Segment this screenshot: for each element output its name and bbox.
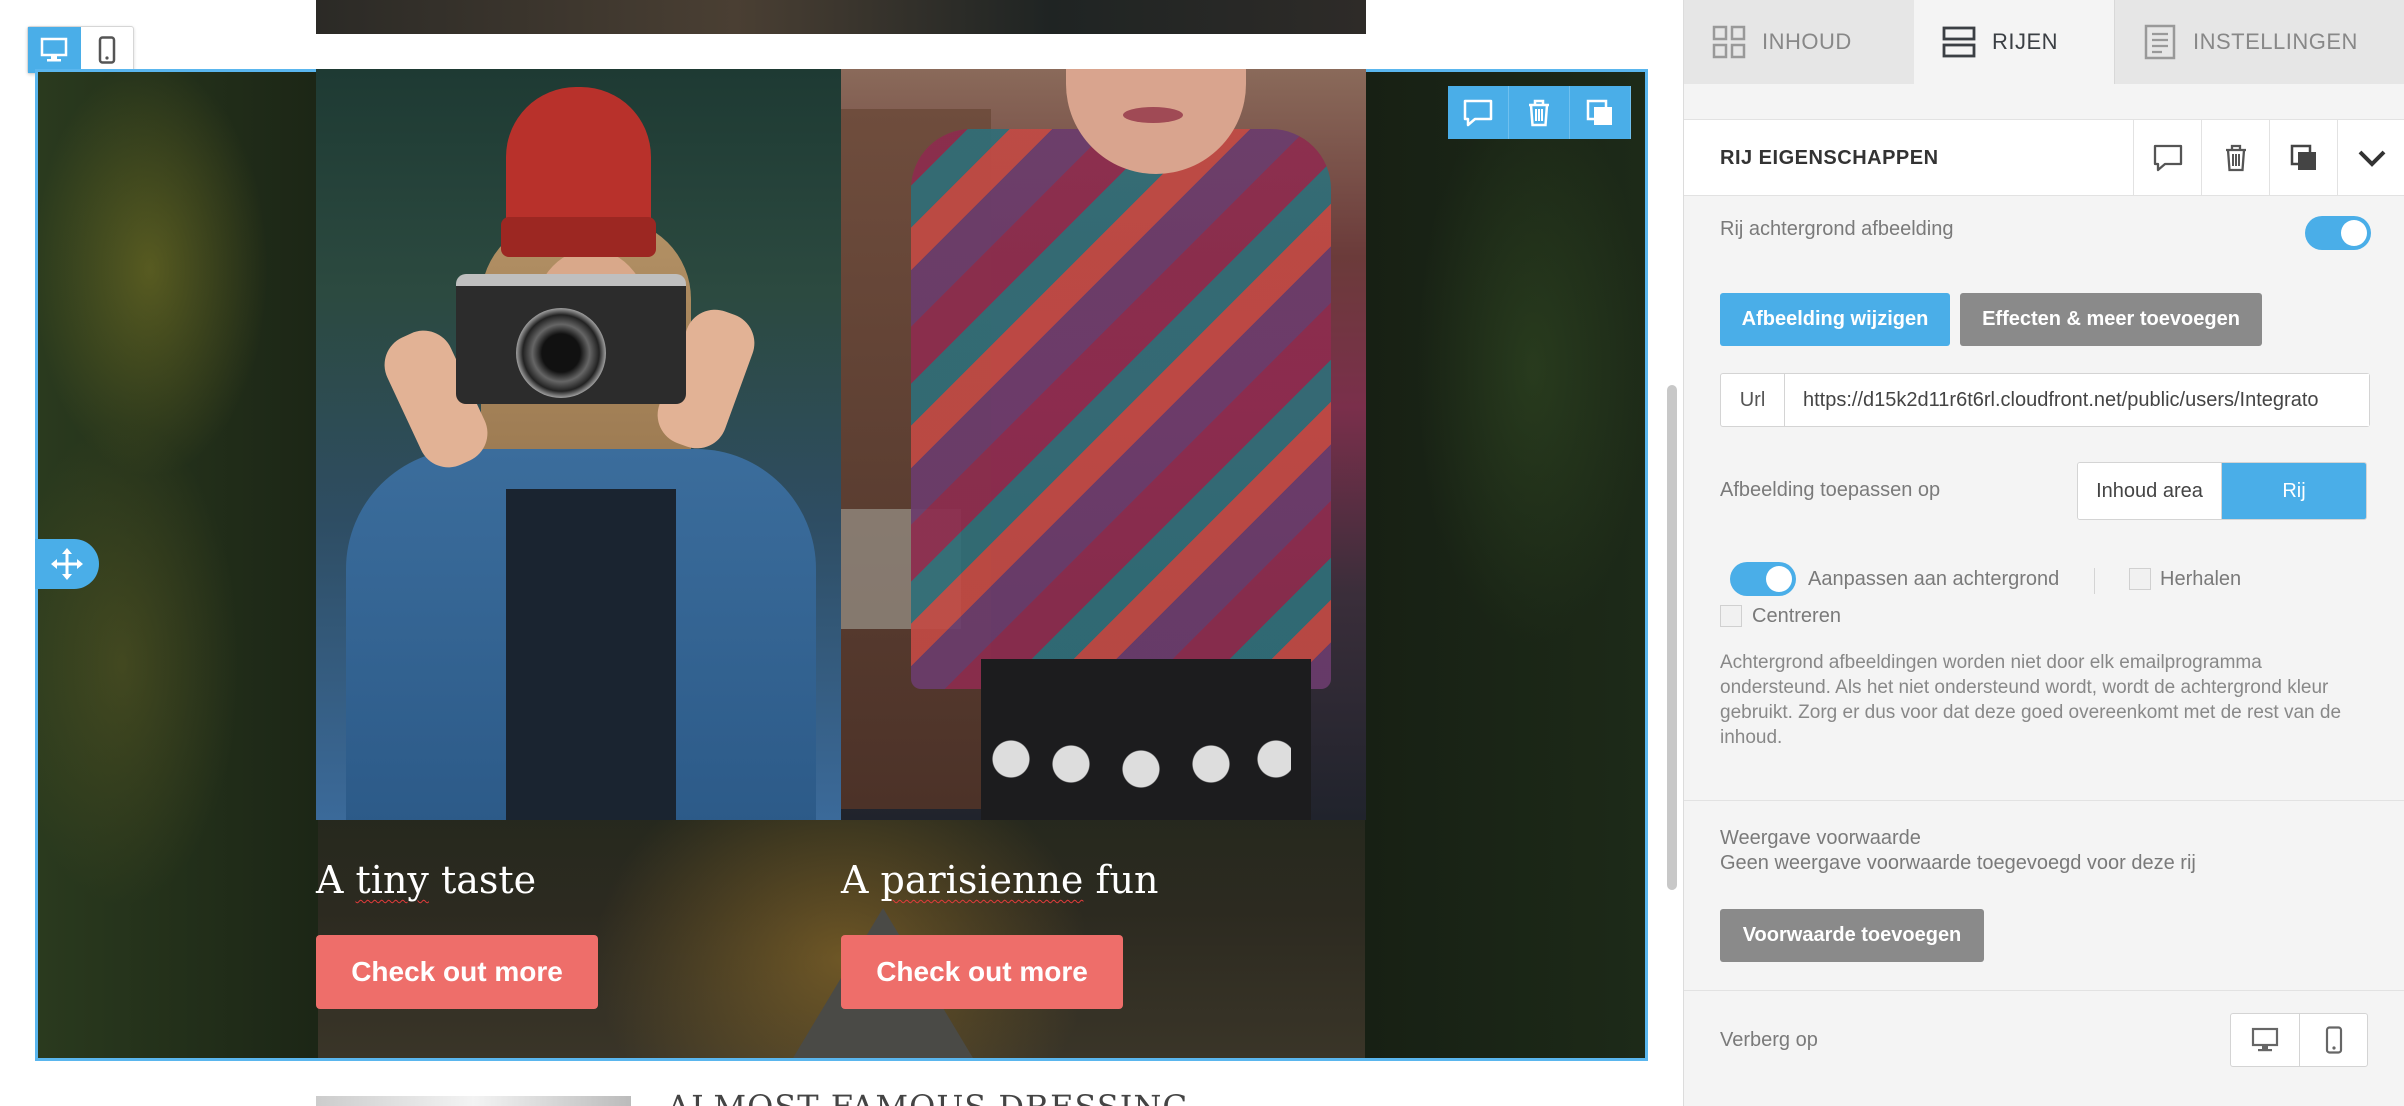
hide-on-section: Verberg op [1684, 990, 2404, 1106]
column-1-heading[interactable]: A tiny taste [316, 858, 536, 902]
desktop-icon [41, 37, 68, 62]
apply-option-row[interactable]: Rij [2222, 463, 2366, 519]
hide-on-label: Verberg op [1720, 1029, 1818, 1051]
properties-duplicate-button[interactable] [2269, 120, 2337, 195]
next-row-image [316, 1096, 631, 1106]
apply-option-content-area[interactable]: Inhoud area [2078, 463, 2222, 519]
row-comment-button[interactable] [1448, 86, 1509, 139]
trash-icon [2225, 144, 2246, 171]
column-2-heading[interactable]: A parisienne fun [841, 858, 1159, 902]
settings-doc-icon [2144, 24, 2176, 60]
row-delete-button[interactable] [1509, 86, 1570, 139]
condition-title: Weergave voorwaarde [1720, 827, 1921, 849]
properties-delete-button[interactable] [2201, 120, 2269, 195]
device-preview-toggle [27, 26, 134, 74]
repeat-label: Herhalen [2160, 568, 2242, 590]
properties-header: RIJ EIGENSCHAPPEN [1684, 119, 2404, 196]
url-input[interactable] [1785, 374, 2369, 426]
tab-rijen-label: RIJEN [1992, 29, 2059, 54]
center-label: Centreren [1752, 605, 1841, 627]
previous-row-image [316, 0, 1366, 34]
add-condition-button[interactable]: Voorwaarde toevoegen [1720, 909, 1984, 962]
url-field: Url [1720, 373, 2370, 427]
canvas-scrollbar[interactable] [1667, 385, 1677, 890]
trash-icon [1529, 99, 1549, 126]
background-image-section: Rij achtergrond afbeelding Afbeelding wi… [1684, 196, 2404, 804]
bg-image-note: Achtergrond afbeeldingen worden niet doo… [1720, 652, 2342, 748]
properties-toolbar [2133, 120, 2404, 195]
url-label: Url [1721, 374, 1785, 426]
column-1-cta-button[interactable]: Check out more [316, 935, 598, 1009]
chevron-down-icon [2358, 150, 2385, 167]
mobile-icon [98, 36, 115, 64]
option-separator [2094, 568, 2095, 594]
settings-panel: INHOUD RIJEN INSTELLINGEN RIJ EIGENSCHAP… [1683, 0, 2404, 1106]
panel-tabs: INHOUD RIJEN INSTELLINGEN [1684, 0, 2404, 84]
column-image-scarf[interactable] [841, 69, 1366, 820]
apply-image-label: Afbeelding toepassen op [1720, 479, 1941, 501]
duplicate-icon [1586, 99, 1612, 125]
comment-icon [2153, 144, 2182, 171]
tab-instellingen[interactable]: INSTELLINGEN [2114, 0, 2404, 84]
center-checkbox[interactable] [1720, 605, 1742, 627]
condition-description: Geen weergave voorwaarde toegevoegd voor… [1720, 852, 2196, 874]
fit-background-toggle[interactable] [1730, 562, 1796, 596]
fit-background-label: Aanpassen aan achtergrond [1808, 568, 2060, 590]
tab-rijen[interactable]: RIJEN [1914, 0, 2114, 84]
apply-image-segmented: Inhoud area Rij [2077, 462, 2367, 520]
tab-instellingen-label: INSTELLINGEN [2193, 29, 2358, 54]
tab-inhoud-label: INHOUD [1762, 29, 1852, 54]
desktop-icon [2251, 1027, 2279, 1052]
duplicate-icon [2290, 144, 2316, 170]
add-effects-button[interactable]: Effecten & meer toevoegen [1960, 293, 2262, 346]
bg-image-toggle[interactable] [2305, 216, 2371, 250]
column-2-cta-button[interactable]: Check out more [841, 935, 1123, 1009]
mobile-preview-button[interactable] [81, 27, 134, 73]
properties-collapse-button[interactable] [2337, 120, 2404, 195]
change-image-button[interactable]: Afbeelding wijzigen [1720, 293, 1950, 346]
hide-on-device-toggle [2230, 1013, 2368, 1067]
bg-image-label: Rij achtergrond afbeelding [1720, 218, 1954, 240]
comment-icon [1463, 99, 1493, 126]
hide-on-desktop-button[interactable] [2231, 1014, 2299, 1066]
repeat-checkbox[interactable] [2129, 568, 2151, 590]
row-duplicate-button[interactable] [1570, 86, 1631, 139]
column-image-photographer[interactable] [316, 69, 841, 820]
row-move-handle[interactable] [35, 539, 99, 589]
row-toolbar [1448, 86, 1631, 139]
properties-comment-button[interactable] [2133, 120, 2201, 195]
next-row-heading: ALMOST FAMOUS DRESSING [667, 1088, 1189, 1106]
grid-icon [1712, 25, 1746, 59]
hide-on-mobile-button[interactable] [2299, 1014, 2367, 1066]
mobile-icon [2325, 1026, 2342, 1054]
editor-canvas: A tiny taste A parisienne fun Check out … [0, 0, 1683, 1106]
display-condition-section: Weergave voorwaarde Geen weergave voorwa… [1684, 800, 2404, 990]
move-arrows-icon [51, 548, 83, 580]
properties-title: RIJ EIGENSCHAPPEN [1720, 147, 1939, 169]
tab-inhoud[interactable]: INHOUD [1684, 0, 1914, 84]
desktop-preview-button[interactable] [28, 27, 81, 73]
rows-icon [1942, 26, 1976, 58]
panel-content: RIJ EIGENSCHAPPEN Rij achtergrond afbeel… [1684, 84, 2404, 1106]
